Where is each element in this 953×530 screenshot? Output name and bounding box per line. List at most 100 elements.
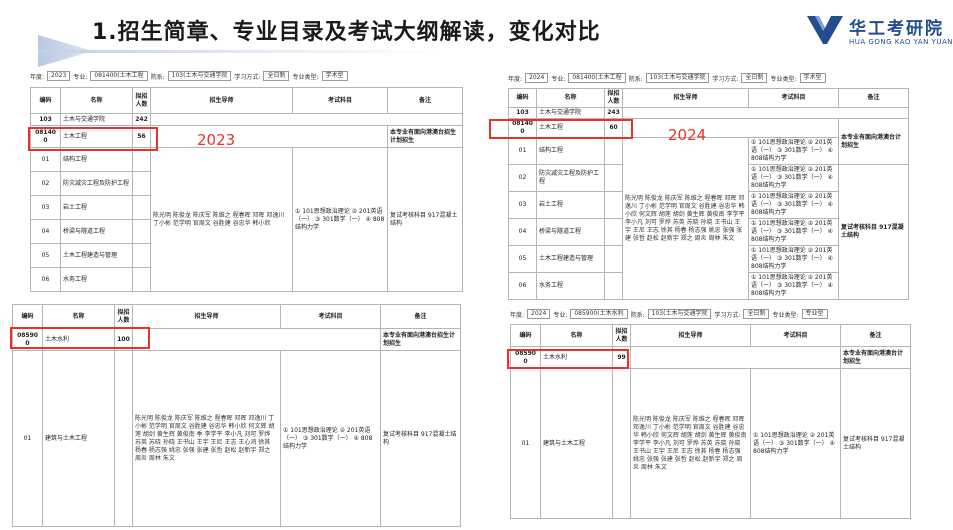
logo-en-text: HUA GONG KAO YAN YUAN [849,38,953,46]
filter-year-label: 年度: [30,73,45,81]
row-code: 05 [508,245,537,273]
row-code: 01 [12,350,43,527]
row-code: 03 [30,195,61,220]
filter-type-select[interactable]: 专业型 [801,309,828,319]
filter-bar-2024-b: 年度: 2024 专业: 085900(土木水利 院系: 103(土木与交通学院… [510,309,828,319]
col-code-header: 编码 [12,304,43,329]
row-name: 土木与交通学院 [60,113,133,126]
filter-mode-select[interactable]: 全日制 [741,73,768,83]
filter-type-label: 专业类型: [770,75,797,83]
col-exam-header: 考试科目 [292,87,388,114]
slide-title: 1.招生简章、专业目录及考试大纲解读，变化对比 [92,20,601,45]
row-name: 岩土工程 [60,195,133,220]
col-name-header: 名称 [42,304,115,329]
col-exam-header: 考试科目 [748,88,839,108]
filter-type-select[interactable]: 学术型 [321,71,348,81]
year-label-2023: 2023 [197,131,236,149]
logo-cn-text: 华工考研院 [849,19,944,39]
table-row: 01 结构工程 陈光明 陈俊龙 陈庆军 陈维之 程春晖 邓晖 邓逸川 丁小彬 范… [30,147,463,292]
row-code: 06 [30,267,61,292]
col-code-header: 编码 [30,87,61,114]
row-exam: ① 101思想政治理论 ② 201英语（一） ③ 301数学（一） ④ 808结… [748,137,839,165]
col-code-header: 编码 [510,324,541,347]
row-note: 复试考核科目 917混凝土结构 [838,164,909,300]
filter-major-select[interactable]: 081400(土木工程 [568,73,626,83]
row-exam: ① 101思想政治理论 ② 201英语（一） ③ 301数学（一） ④ 808结… [748,245,839,273]
filter-mode-label: 学习方式: [234,73,261,81]
row-tutors: 陈光明 陈俊龙 陈庆军 陈维之 程春晖 邓晖 邓逸川 丁小彬 范学明 官周文 谷… [630,368,751,519]
col-num-header: 拟招人数 [114,304,133,329]
row-note: 本专业有面向港澳台计划招生 [840,346,911,369]
filter-mode-label: 学习方式: [712,75,739,83]
filter-mode-label: 学习方式: [714,311,741,319]
col-tutor-header: 招生导师 [630,324,751,347]
col-tutor-header: 招生导师 [622,88,749,108]
table-row: 01 建筑与土木工程 陈光明 陈俊龙 陈庆军 陈维之 程春晖 邓晖 邓逸川 丁小… [510,368,911,519]
filter-major-select[interactable]: 081400(土木工程 [90,71,148,81]
highlight-box-081400-2023 [28,127,158,151]
row-exam: ① 101思想政治理论 ② 201英语（一） ③ 301数学（一） ④ 808结… [748,218,839,246]
row-num: 243 [604,107,623,119]
col-name-header: 名称 [536,88,605,108]
row-code: 04 [508,218,537,246]
col-num-header: 拟招人数 [612,324,631,347]
table-row: 103 土木与交通学院 243 [508,107,909,119]
filter-dept-select[interactable]: 103(土木与交通学院 [645,73,710,83]
table-row: 103 土木与交通学院 242 [30,113,463,126]
col-tutor-header: 招生导师 [132,304,281,329]
row-code: 103 [508,107,537,119]
row-name: 桥梁与隧道工程 [536,218,605,246]
row-note: 本专业有面向港澳台计划招生 [838,118,909,165]
title-underline [38,50,438,53]
filter-mode-select[interactable]: 全日制 [743,309,770,319]
filter-year-select[interactable]: 2024 [527,309,551,319]
row-name: 建筑与土木工程 [540,368,613,519]
row-name: 建筑与土木工程 [42,350,115,527]
row-code: 02 [30,171,61,196]
row-name: 防灾减灾工程及防护工程 [60,171,133,196]
filter-year-select[interactable]: 2024 [525,73,549,83]
filter-major-label: 专业: [551,75,566,83]
row-tutors: 陈光明 陈俊龙 陈庆军 陈维之 程春晖 邓晖 邓逸川 丁小彬 范学明 官周文 谷… [622,137,749,300]
row-name: 防灾减灾工程及防护工程 [536,164,605,192]
filter-major-label: 专业: [553,311,568,319]
row-code: 04 [30,219,61,244]
highlight-box-085900-2024 [507,349,629,369]
filter-type-select[interactable]: 学术型 [799,73,826,83]
filter-year-select[interactable]: 2023 [47,71,71,81]
filter-dept-select[interactable]: 103(土木与交通学院 [167,71,232,81]
col-note-header: 备注 [380,304,461,329]
filter-dept-label: 院系: [630,311,645,319]
filter-mode-select[interactable]: 全日制 [263,71,290,81]
filter-dept-select[interactable]: 103(土木与交通学院 [647,309,712,319]
table-row: 01 建筑与土木工程 陈光明 陈俊龙 陈庆军 陈维之 程春晖 邓晖 邓逸川 丁小… [12,350,461,527]
row-exam: ① 101思想政治理论 ② 201英语（一） ③ 301数学（一） ④ 808结… [748,164,839,192]
col-tutor-header: 招生导师 [150,87,293,114]
filter-major-select[interactable]: 085900(土木水利 [570,309,628,319]
col-exam-header: 考试科目 [280,304,381,329]
col-note-header: 备注 [840,324,911,347]
row-name: 结构工程 [60,147,133,172]
filter-year-label: 年度: [508,75,523,83]
row-name: 桥梁与隧道工程 [60,219,133,244]
filter-bar-2023: 年度: 2023 专业: 081400(土木工程 院系: 103(土木与交通学院… [30,71,348,81]
col-name-header: 名称 [60,87,133,114]
row-code: 01 [510,368,541,519]
filter-type-label: 专业类型: [292,73,319,81]
highlight-box-081400-2024 [489,119,633,139]
filter-bar-2024-a: 年度: 2024 专业: 081400(土木工程 院系: 103(土木与交通学院… [508,73,826,83]
year-label-2024: 2024 [668,126,707,144]
row-code: 03 [508,191,537,219]
col-num-header: 拟招人数 [132,87,151,114]
row-note: 复试考核科目 917混凝土结构 [840,368,911,519]
row-code: 02 [508,164,537,192]
row-name: 岩土工程 [536,191,605,219]
logo: 华工考研院 HUA GONG KAO YAN YUAN [805,12,953,56]
logo-mark-icon [807,16,843,44]
row-exam: ① 101思想政治理论 ② 201英语（一） ③ 301数学（一） ④ 808结… [750,368,841,519]
row-tutors: 陈光明 陈俊龙 陈庆军 陈维之 程春晖 邓晖 邓逸川 丁小彬 范学明 官周文 谷… [132,350,281,527]
row-name: 水务工程 [60,267,133,292]
col-note-header: 备注 [387,87,463,114]
catalog-table-2023-081400: 编码 名称 拟招人数 招生导师 考试科目 备注 103 土木与交通学院 242 … [30,87,463,292]
filter-dept-label: 院系: [628,75,643,83]
